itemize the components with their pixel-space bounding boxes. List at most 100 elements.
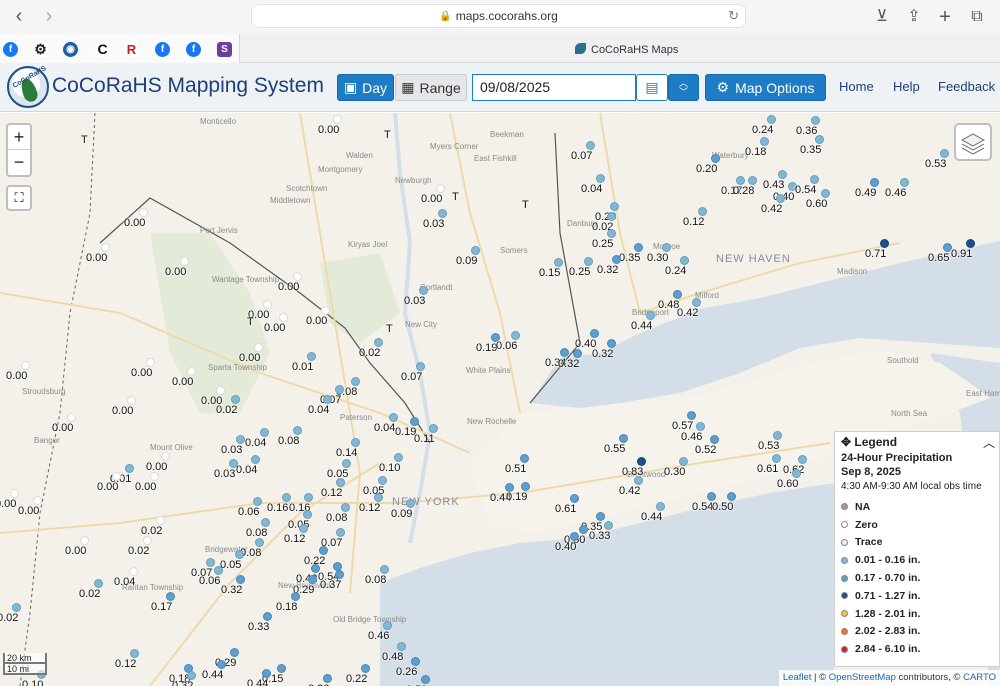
station-marker[interactable] bbox=[279, 313, 288, 322]
trace-marker[interactable]: T bbox=[522, 199, 529, 211]
station-marker[interactable] bbox=[10, 489, 19, 498]
date-stepper[interactable]: ︿ ﹀ bbox=[668, 74, 699, 101]
station-marker[interactable] bbox=[321, 306, 330, 315]
station-marker[interactable] bbox=[880, 239, 889, 248]
station-marker[interactable] bbox=[410, 417, 419, 426]
station-marker[interactable] bbox=[374, 338, 383, 347]
station-marker[interactable] bbox=[335, 385, 344, 394]
station-marker[interactable] bbox=[293, 426, 302, 435]
trace-marker[interactable]: T bbox=[452, 191, 459, 203]
station-marker[interactable] bbox=[361, 664, 370, 673]
station-marker[interactable] bbox=[570, 532, 579, 541]
station-marker[interactable] bbox=[596, 512, 605, 521]
station-marker[interactable] bbox=[394, 453, 403, 462]
osm-link[interactable]: OpenStreetMap bbox=[829, 672, 896, 683]
map-options-button[interactable]: ⚙ Map Options bbox=[705, 74, 826, 101]
precipitation-map[interactable]: Monticello Beekman Walden Myers Corner East … bbox=[0, 113, 1000, 686]
station-marker[interactable] bbox=[383, 621, 392, 630]
station-marker[interactable] bbox=[319, 546, 328, 555]
station-marker[interactable] bbox=[406, 499, 415, 508]
station-marker[interactable] bbox=[323, 395, 332, 404]
station-marker[interactable] bbox=[236, 435, 245, 444]
station-marker[interactable] bbox=[12, 603, 21, 612]
station-marker[interactable] bbox=[378, 476, 387, 485]
station-marker[interactable] bbox=[607, 212, 616, 221]
move-icon[interactable]: ✥ bbox=[841, 435, 851, 449]
station-marker[interactable] bbox=[21, 361, 30, 370]
station-marker[interactable] bbox=[129, 567, 138, 576]
station-marker[interactable] bbox=[214, 566, 223, 575]
station-marker[interactable] bbox=[150, 472, 159, 481]
station-marker[interactable] bbox=[520, 454, 529, 463]
station-marker[interactable] bbox=[767, 115, 776, 124]
r-logo-icon[interactable]: R bbox=[124, 42, 139, 57]
station-marker[interactable] bbox=[692, 298, 701, 307]
station-marker[interactable] bbox=[940, 149, 949, 158]
facebook-icon[interactable]: f bbox=[3, 42, 18, 57]
station-marker[interactable] bbox=[180, 257, 189, 266]
station-marker[interactable] bbox=[216, 386, 225, 395]
station-marker[interactable] bbox=[389, 413, 398, 422]
station-marker[interactable] bbox=[307, 352, 316, 361]
station-marker[interactable] bbox=[304, 493, 313, 502]
station-marker[interactable] bbox=[262, 669, 271, 678]
range-button[interactable]: ▦ Range bbox=[395, 74, 467, 101]
zoom-out-button[interactable]: − bbox=[8, 150, 30, 175]
station-marker[interactable] bbox=[229, 459, 238, 468]
station-marker[interactable] bbox=[374, 493, 383, 502]
station-marker[interactable] bbox=[336, 478, 345, 487]
station-marker[interactable] bbox=[656, 502, 665, 511]
station-marker[interactable] bbox=[710, 435, 719, 444]
c-logo-icon[interactable]: C bbox=[95, 42, 110, 57]
calendar-button[interactable]: ▤ bbox=[636, 74, 668, 101]
station-marker[interactable] bbox=[698, 207, 707, 216]
station-marker[interactable] bbox=[261, 518, 270, 527]
station-marker[interactable] bbox=[773, 431, 782, 440]
nav-feedback[interactable]: Feedback bbox=[938, 79, 995, 94]
station-marker[interactable] bbox=[736, 176, 745, 185]
station-marker[interactable] bbox=[101, 243, 110, 252]
station-marker[interactable] bbox=[94, 579, 103, 588]
station-marker[interactable] bbox=[235, 550, 244, 559]
station-marker[interactable] bbox=[696, 422, 705, 431]
station-marker[interactable] bbox=[604, 521, 613, 530]
station-marker[interactable] bbox=[727, 492, 736, 501]
tab-overview-icon[interactable]: ⧉ bbox=[966, 6, 988, 28]
address-bar[interactable]: 🔒 maps.cocorahs.org ↻ bbox=[251, 4, 746, 28]
station-marker[interactable] bbox=[217, 660, 226, 669]
station-marker[interactable] bbox=[156, 516, 165, 525]
station-marker[interactable] bbox=[351, 438, 360, 447]
station-marker[interactable] bbox=[299, 524, 308, 533]
chevron-down-icon[interactable]: ﹀ bbox=[679, 87, 688, 97]
station-marker[interactable] bbox=[33, 496, 42, 505]
station-marker[interactable] bbox=[579, 525, 588, 534]
station-marker[interactable] bbox=[231, 395, 240, 404]
station-marker[interactable] bbox=[253, 497, 262, 506]
station-marker[interactable] bbox=[255, 538, 264, 547]
station-marker[interactable] bbox=[187, 367, 196, 376]
station-marker[interactable] bbox=[607, 229, 616, 238]
station-marker[interactable] bbox=[634, 243, 643, 252]
station-marker[interactable] bbox=[342, 459, 351, 468]
station-marker[interactable] bbox=[125, 464, 134, 473]
station-marker[interactable] bbox=[230, 648, 239, 657]
station-marker[interactable] bbox=[143, 536, 152, 545]
legend-header[interactable]: ✥ Legend bbox=[841, 435, 993, 449]
station-marker[interactable] bbox=[139, 208, 148, 217]
station-marker[interactable] bbox=[900, 178, 909, 187]
back-icon[interactable]: ‹ bbox=[8, 6, 30, 28]
station-marker[interactable] bbox=[711, 154, 720, 163]
station-marker[interactable] bbox=[521, 482, 530, 491]
date-input[interactable]: 09/08/2025 bbox=[472, 74, 636, 101]
station-marker[interactable] bbox=[80, 536, 89, 545]
station-marker[interactable] bbox=[821, 189, 830, 198]
share-icon[interactable]: ⇪ bbox=[903, 6, 925, 28]
station-marker[interactable] bbox=[260, 428, 269, 437]
station-marker[interactable] bbox=[707, 492, 716, 501]
station-marker[interactable] bbox=[263, 612, 272, 621]
trace-marker[interactable]: T bbox=[81, 134, 88, 146]
station-marker[interactable] bbox=[607, 339, 616, 348]
station-marker[interactable] bbox=[112, 472, 121, 481]
station-marker[interactable] bbox=[590, 329, 599, 338]
station-marker[interactable] bbox=[573, 349, 582, 358]
